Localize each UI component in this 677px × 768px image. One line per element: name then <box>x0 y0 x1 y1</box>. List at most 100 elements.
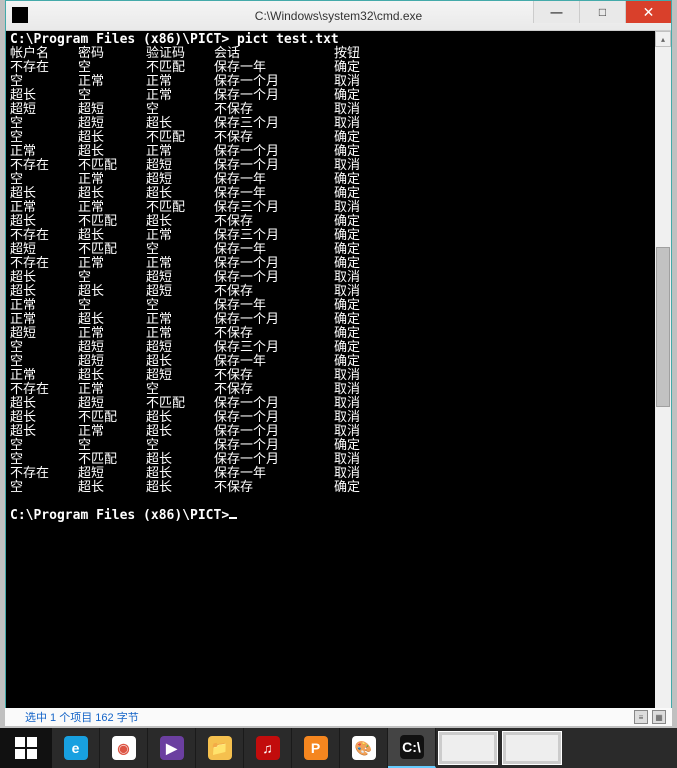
table-row: 正常超长正常保存一个月确定 <box>10 145 651 159</box>
console-viewport: C:\Program Files (x86)\PICT> pict test.t… <box>6 31 671 725</box>
header-cell: 密码 <box>78 47 146 61</box>
cell: 不存在 <box>10 159 78 173</box>
cell: 保存三个月 <box>214 201 334 215</box>
taskbar-thumbnail[interactable] <box>502 731 562 765</box>
cell: 不匹配 <box>146 61 214 75</box>
cell: 保存一年 <box>214 173 334 187</box>
cell: 正常 <box>146 89 214 103</box>
taskbar-item-netease[interactable]: ♫ <box>244 728 292 768</box>
cell: 超短 <box>78 103 146 117</box>
cmd-icon: C:\ <box>400 735 424 759</box>
cell: 超长 <box>78 285 146 299</box>
taskbar-item-wps[interactable]: P <box>292 728 340 768</box>
cell: 空 <box>10 439 78 453</box>
cell: 取消 <box>334 453 394 467</box>
cell: 超长 <box>146 187 214 201</box>
cell: 超长 <box>78 313 146 327</box>
cell: 超长 <box>10 215 78 229</box>
cell: 超长 <box>146 453 214 467</box>
maximize-button[interactable]: □ <box>579 1 625 23</box>
cell: 正常 <box>78 383 146 397</box>
cmd-icon <box>12 7 28 23</box>
cell: 取消 <box>334 397 394 411</box>
cell: 空 <box>10 117 78 131</box>
cell: 不存在 <box>10 61 78 75</box>
cell: 超长 <box>146 425 214 439</box>
cell: 正常 <box>78 75 146 89</box>
cell: 保存一年 <box>214 61 334 75</box>
cell: 超长 <box>10 397 78 411</box>
table-row: 空不匹配超长保存一个月取消 <box>10 453 651 467</box>
status-bar: 选中 1 个项目 162 字节 ≡ ▦ <box>5 708 672 726</box>
cell: 超长 <box>78 131 146 145</box>
vertical-scrollbar[interactable]: ▴ ▾ <box>655 31 671 725</box>
cell: 保存一个月 <box>214 425 334 439</box>
table-row: 不存在正常正常保存一个月确定 <box>10 257 651 271</box>
cell: 超长 <box>10 187 78 201</box>
taskbar-item-media[interactable]: ▶ <box>148 728 196 768</box>
titlebar[interactable]: C:\Windows\system32\cmd.exe — □ ✕ <box>6 1 671 31</box>
cell: 确定 <box>334 257 394 271</box>
view-large-icon[interactable]: ▦ <box>652 710 666 724</box>
cell: 超短 <box>146 271 214 285</box>
cell: 不保存 <box>214 285 334 299</box>
cell: 保存一年 <box>214 467 334 481</box>
cell: 确定 <box>334 89 394 103</box>
table-row: 不存在正常空不保存取消 <box>10 383 651 397</box>
cell: 确定 <box>334 131 394 145</box>
taskbar-item-paint[interactable]: 🎨 <box>340 728 388 768</box>
cell: 超短 <box>10 327 78 341</box>
cell: 确定 <box>334 355 394 369</box>
header-cell: 会话 <box>214 47 334 61</box>
taskbar-item-explorer[interactable]: 📁 <box>196 728 244 768</box>
cell: 不保存 <box>214 215 334 229</box>
table-row: 超长空正常保存一个月确定 <box>10 89 651 103</box>
taskbar-item-chrome[interactable]: ◉ <box>100 728 148 768</box>
cell: 超长 <box>10 425 78 439</box>
cell: 不匹配 <box>78 453 146 467</box>
cell: 超短 <box>78 397 146 411</box>
taskbar-item-ie[interactable]: e <box>52 728 100 768</box>
scroll-thumb[interactable] <box>656 247 670 407</box>
scroll-track[interactable] <box>655 47 671 709</box>
cell: 确定 <box>334 299 394 313</box>
cell: 取消 <box>334 467 394 481</box>
cell: 超长 <box>78 187 146 201</box>
cell: 正常 <box>10 369 78 383</box>
header-cell: 验证码 <box>146 47 214 61</box>
cell: 超长 <box>78 229 146 243</box>
chrome-icon: ◉ <box>112 736 136 760</box>
table-row: 超长超长超短不保存取消 <box>10 285 651 299</box>
cell: 空 <box>10 481 78 495</box>
cell: 不匹配 <box>78 215 146 229</box>
cell: 取消 <box>334 159 394 173</box>
cell: 确定 <box>334 145 394 159</box>
cell: 空 <box>10 453 78 467</box>
explorer-icon: 📁 <box>208 736 232 760</box>
console-output[interactable]: C:\Program Files (x86)\PICT> pict test.t… <box>6 31 655 725</box>
cell: 空 <box>146 383 214 397</box>
start-button[interactable] <box>0 728 52 768</box>
cell: 正常 <box>10 201 78 215</box>
cell: 确定 <box>334 313 394 327</box>
cell: 保存一个月 <box>214 453 334 467</box>
scroll-up-button[interactable]: ▴ <box>655 31 671 47</box>
cell: 超长 <box>146 467 214 481</box>
cell: 空 <box>146 243 214 257</box>
table-row: 正常空空保存一年确定 <box>10 299 651 313</box>
windows-logo-icon <box>15 737 37 759</box>
minimize-button[interactable]: — <box>533 1 579 23</box>
cell: 超长 <box>10 285 78 299</box>
cell: 保存一个月 <box>214 145 334 159</box>
view-details-icon[interactable]: ≡ <box>634 710 648 724</box>
cell: 保存一年 <box>214 299 334 313</box>
cell: 超长 <box>146 481 214 495</box>
cell: 保存一年 <box>214 243 334 257</box>
cell: 空 <box>10 75 78 89</box>
table-header: 帐户名密码验证码会话按钮 <box>10 47 651 61</box>
taskbar-thumbnail[interactable] <box>438 731 498 765</box>
cell: 确定 <box>334 215 394 229</box>
cell: 超短 <box>10 243 78 257</box>
taskbar-item-cmd[interactable]: C:\ <box>388 728 436 768</box>
close-button[interactable]: ✕ <box>625 1 671 23</box>
